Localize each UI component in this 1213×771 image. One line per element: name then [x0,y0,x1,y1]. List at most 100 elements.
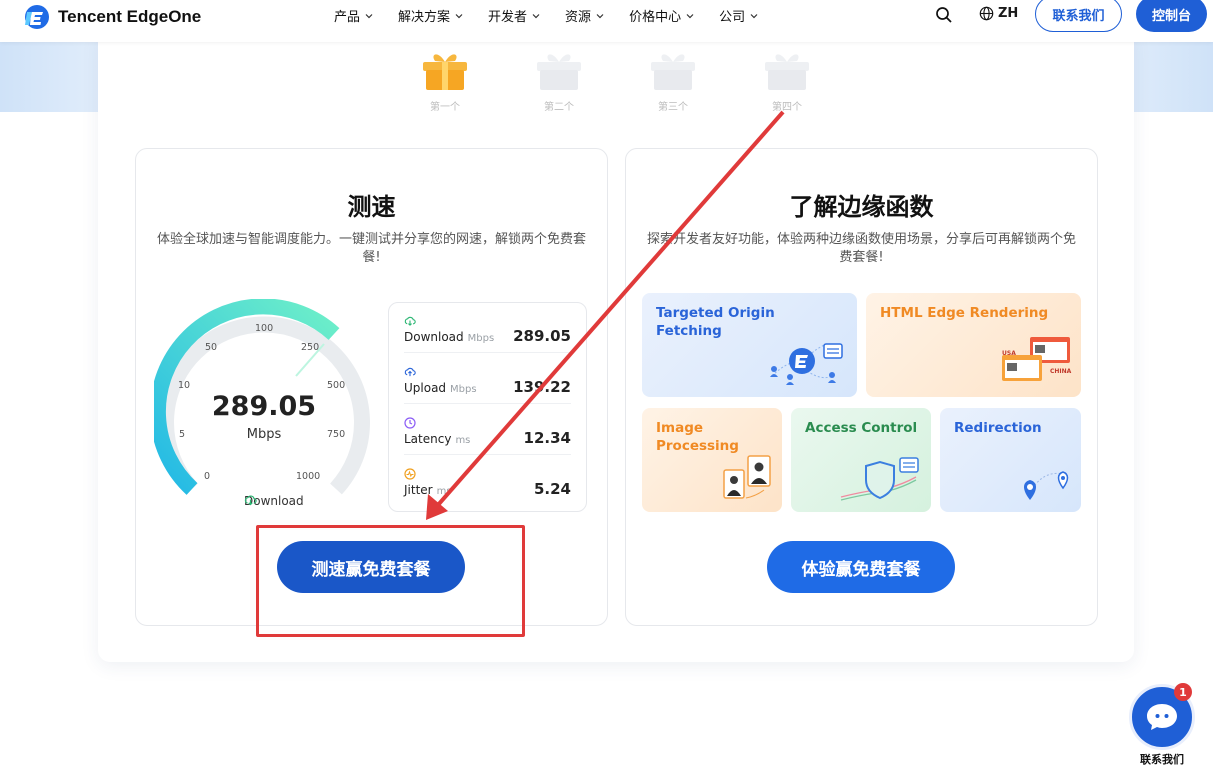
edge-card-title: 了解边缘函数 [789,193,934,221]
stat-value: 139.22 [513,378,571,396]
tile-title: Access Control [805,420,918,436]
stat-row-jitter: Jitter ms 5.24 [404,456,571,506]
gauge-tick: 1000 [296,471,321,482]
stat-name: Jitter ms [404,483,452,497]
cloud-download-icon [244,495,257,506]
map-pin-illustration [1024,471,1069,500]
gift-label: 第三个 [658,102,688,113]
stat-label: Upload [404,381,447,395]
stat-value: 5.24 [533,480,571,498]
pulse-icon [404,468,416,480]
tile-access-control[interactable]: Access Control [791,408,931,512]
brand-logo[interactable]: Tencent EdgeOne [24,4,201,30]
tile-targeted-origin-fetching[interactable]: Targeted Origin Fetching [642,293,857,397]
search-icon[interactable] [935,6,953,24]
image-processing-illustration [723,455,771,499]
gift-label: 第四个 [772,102,802,113]
html-rendering-illustration [1002,337,1070,381]
gift-progress: 第一个 第二个 第三个 第四个 [418,48,818,114]
nav-label: 开发者 [488,10,528,25]
edge-functions-cta-button[interactable]: 体验赢免费套餐 [767,541,955,593]
stat-unit: ms [436,486,452,497]
language-switcher[interactable]: ZH [979,6,1018,21]
speed-card-description: 体验全球加速与智能调度能力。一键测试并分享您的网速，解锁两个免费套餐! [156,232,586,265]
stat-label: Latency [404,432,452,446]
language-label: ZH [998,6,1019,21]
nav-label: 价格中心 [629,10,682,25]
gift-label: 第一个 [430,102,460,113]
tile-image-processing[interactable]: Image Processing [642,408,782,512]
gift-item-2: 第二个 [532,48,586,113]
chevron-down-icon [750,13,758,18]
nav-item-products[interactable]: 产品 [334,6,373,25]
console-button[interactable]: 控制台 [1136,0,1207,32]
tile-tag-usa: USA [1002,350,1016,357]
stat-unit: ms [455,435,471,446]
gauge-mode: Download [244,494,304,508]
chevron-down-icon [596,13,604,18]
gauge-tick: 100 [255,323,274,334]
speed-card-title: 测速 [347,193,396,221]
gauge-tick: 10 [178,380,191,391]
nav-item-company[interactable]: 公司 [719,6,758,25]
clock-icon [404,417,416,429]
chevron-down-icon [455,13,463,18]
origin-network-illustration [770,343,843,385]
speed-stats-panel: Download Mbps 289.05 Upload Mbps 139.22 La… [388,302,587,512]
nav-item-solutions[interactable]: 解决方案 [398,6,463,25]
gauge-tick: 50 [205,342,218,353]
stat-row-upload: Upload Mbps 139.22 [404,354,571,404]
tile-redirection[interactable]: Redirection [940,408,1081,512]
gift-item-4: 第四个 [760,48,814,113]
speed-gauge: 0 5 10 50 100 250 500 750 1000 289.05 Mb… [154,299,370,509]
gift-box-icon [423,54,467,90]
nav-item-resources[interactable]: 资源 [565,6,604,25]
nav-item-pricing[interactable]: 价格中心 [629,6,694,25]
gift-item-1: 第一个 [418,48,472,113]
gauge-tick: 0 [204,471,211,482]
gift-item-3: 第三个 [646,48,700,113]
nav-item-developers[interactable]: 开发者 [488,6,540,25]
edgeone-logo-icon [25,5,49,29]
stat-value: 12.34 [523,429,571,447]
stat-name: Upload Mbps [404,381,477,395]
nav-label: 资源 [565,10,592,25]
gift-box-locked-icon [537,54,581,90]
stat-name: Download Mbps [404,330,494,344]
main-nav: 产品 解决方案 开发者 资源 价格中心 公司 [334,6,783,25]
globe-icon [979,6,994,21]
stat-label: Jitter [404,483,433,497]
tile-tag-china: CHINA [1050,368,1072,375]
chat-notification-badge: 1 [1174,683,1192,701]
tile-title: Redirection [954,420,1042,436]
chat-label: 联系我们 [1140,753,1184,766]
edge-functions-card: 了解边缘函数 探索开发者友好功能，体验两种边缘函数使用场景，分享后可再解锁两个免… [625,148,1098,626]
chevron-down-icon [365,13,373,18]
gauge-value: 289.05 [211,391,317,422]
gauge-tick: 250 [301,342,320,353]
cloud-download-icon [404,316,416,326]
gift-box-locked-icon [651,54,695,90]
stat-unit: Mbps [450,384,477,395]
nav-label: 公司 [719,10,746,25]
stat-label: Download [404,330,464,344]
chat-bubble-icon [1147,704,1177,730]
stat-row-latency: Latency ms 12.34 [404,405,571,455]
nav-label: 解决方案 [398,10,451,25]
stat-row-download: Download Mbps 289.05 [404,303,571,353]
tile-title: HTML Edge Rendering [880,305,1049,321]
chevron-down-icon [686,13,694,18]
top-navbar: Tencent EdgeOne 产品 解决方案 开发者 资源 价格中心 公司 Z… [0,0,1213,42]
stat-value: 289.05 [513,327,571,345]
nav-label: 产品 [334,10,361,25]
shield-lock-illustration [840,457,919,501]
tile-html-edge-rendering[interactable]: HTML Edge Rendering USA CHINA [866,293,1081,397]
gauge-tick: 500 [327,380,346,391]
stat-name: Latency ms [404,432,470,446]
contact-us-button[interactable]: 联系我们 [1035,0,1122,32]
edge-card-description: 探索开发者友好功能，体验两种边缘函数使用场景，分享后可再解锁两个免费套餐! [646,232,1076,265]
stat-unit: Mbps [467,333,495,344]
gift-box-locked-icon [765,54,809,90]
annotation-highlight-box [256,525,525,637]
gauge-unit: Mbps [246,427,282,442]
